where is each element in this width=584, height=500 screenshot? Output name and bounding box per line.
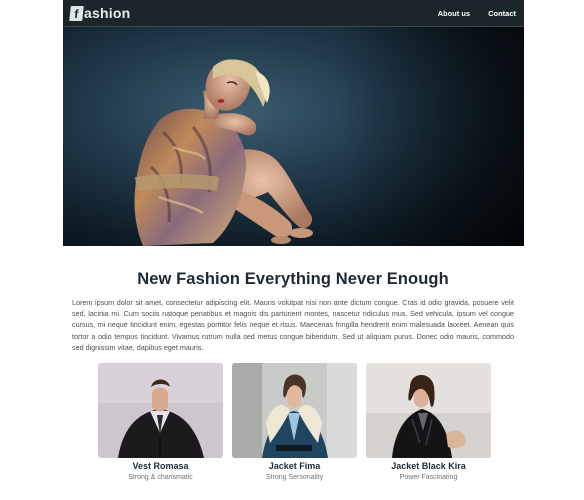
product-name[interactable]: Jacket Fima [232,461,357,471]
hero-banner-image [63,27,524,246]
product-photo-fima[interactable] [232,363,357,458]
product-name[interactable]: Vest Romasa [98,461,223,471]
nav-links: About us Contact [438,9,516,18]
page: f ashion About us Contact New Fashion Ev… [0,0,584,500]
nav-link-contact[interactable]: Contact [488,9,516,18]
woman-in-fur-jacket-illustration [232,363,357,458]
product-tagline: Power Fascinating [399,474,458,481]
woman-in-leather-jacket-illustration [366,363,491,458]
product-photo-vest[interactable] [98,363,223,458]
logo-mark: f [69,5,84,21]
product-name[interactable]: Jacket Black Kira [366,461,491,471]
article-section: New Fashion Everything Never Enough Lore… [72,270,514,353]
man-in-coat-illustration [98,363,223,458]
product-card[interactable]: Vest Romasa Strong & charismatic [98,363,223,481]
site-logo[interactable]: f ashion [69,5,131,21]
product-grid: Vest Romasa Strong & charismatic Jacket … [98,363,491,481]
product-tagline: Strong Sersonality [265,474,324,481]
logo-text: ashion [84,5,131,21]
site-container: f ashion About us Contact [63,0,524,246]
product-card[interactable]: Jacket Black Kira Power Fascinating [366,363,491,481]
product-card[interactable]: Jacket Fima Strong Sersonality [232,363,357,481]
article-body: Lorem ipsum dolor sit amet, consectetur … [72,298,514,352]
nav-link-about[interactable]: About us [438,9,471,18]
top-navbar: f ashion About us Contact [63,0,524,27]
product-tagline: Strong & charismatic [128,474,193,481]
hero-vignette [63,27,524,246]
article-headline: New Fashion Everything Never Enough [137,270,449,288]
product-photo-kira[interactable] [366,363,491,458]
